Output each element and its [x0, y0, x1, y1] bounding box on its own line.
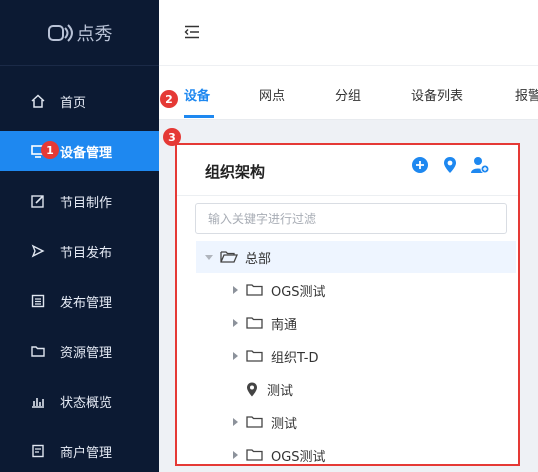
tab-outlet[interactable]: 网点	[259, 66, 285, 120]
sidebar-item-home[interactable]: 首页	[0, 81, 159, 121]
sidebar-item-status-overview[interactable]: 状态概览	[0, 381, 159, 421]
logo-icon	[47, 23, 73, 42]
menu-collapse-icon[interactable]	[184, 25, 200, 39]
tree-node[interactable]: 南通	[196, 307, 516, 339]
sidebar-item-merchant-management[interactable]: 商户管理	[0, 431, 159, 471]
caret-right-icon[interactable]	[230, 450, 240, 460]
panel-divider	[177, 195, 518, 196]
sidebar-item-resource-management[interactable]: 资源管理	[0, 331, 159, 371]
tree-node-label: 南通	[271, 317, 298, 333]
tab-device[interactable]: 设备	[184, 66, 210, 120]
folder-icon	[246, 448, 264, 462]
sidebar-item-label: 商户管理	[60, 445, 113, 461]
annotation-badge-2: 2	[160, 90, 178, 108]
edit-icon	[30, 193, 46, 209]
tab-alarm[interactable]: 报警	[515, 66, 538, 120]
caret-right-icon[interactable]	[230, 285, 240, 295]
add-icon[interactable]	[410, 155, 430, 175]
sidebar-item-program-publish[interactable]: 节目发布	[0, 231, 159, 271]
list-icon	[30, 293, 46, 309]
merchant-icon	[30, 443, 46, 459]
panel-actions	[410, 155, 490, 175]
tree-node[interactable]: 总部	[196, 241, 516, 273]
panel-title: 组织架构	[205, 163, 266, 181]
caret-right-icon[interactable]	[230, 417, 240, 427]
tab-device-list[interactable]: 设备列表	[411, 66, 463, 120]
app-root: 点秀 首页 设备管理 节目制作 节目发布 发布管理 资源管理 状态概览 商户管理…	[0, 0, 538, 472]
tree-node[interactable]: 测试	[196, 373, 516, 405]
sidebar-item-label: 资源管理	[60, 345, 113, 361]
tree-node[interactable]: OGS测试	[196, 439, 516, 471]
annotation-badge-1: 1	[41, 141, 59, 159]
logo[interactable]: 点秀	[0, 0, 159, 66]
folder-icon	[246, 415, 264, 429]
tree-node[interactable]: 测试	[196, 406, 516, 438]
top-bar	[159, 0, 538, 66]
tree-node-label: 测试	[271, 416, 298, 432]
tree-node-label: 测试	[267, 383, 294, 399]
org-structure-panel: 组织架构 总部	[175, 143, 520, 466]
tab-bar: 设备 网点 分组 设备列表 报警	[159, 66, 538, 120]
tree-node-label: 总部	[245, 251, 272, 267]
caret-down-icon[interactable]	[204, 252, 214, 262]
sidebar-item-label: 设备管理	[60, 145, 113, 161]
tree-node[interactable]: OGS测试	[196, 274, 516, 306]
tabs-divider	[159, 119, 538, 120]
folder-open-icon	[220, 250, 238, 264]
tab-group[interactable]: 分组	[335, 66, 361, 120]
sidebar-item-label: 首页	[60, 95, 87, 111]
folder-icon	[246, 283, 264, 297]
tree-node-label: OGS测试	[271, 284, 326, 300]
location-pin-icon[interactable]	[440, 155, 460, 175]
add-user-icon[interactable]	[470, 155, 490, 175]
sidebar-item-device-management[interactable]: 设备管理	[0, 131, 159, 171]
tree-node-label: 组织T-D	[271, 350, 319, 366]
sidebar-item-label: 节目制作	[60, 195, 113, 211]
annotation-badge-3: 3	[163, 128, 181, 146]
chart-icon	[30, 393, 46, 409]
sidebar-item-program-creation[interactable]: 节目制作	[0, 181, 159, 221]
send-icon	[30, 243, 46, 259]
filter-input[interactable]	[195, 203, 507, 234]
sidebar-item-publish-management[interactable]: 发布管理	[0, 281, 159, 321]
active-tab-indicator	[184, 115, 214, 118]
tree-node[interactable]: 组织T-D	[196, 340, 516, 372]
folder-icon	[246, 349, 264, 363]
caret-right-icon[interactable]	[230, 318, 240, 328]
sidebar-item-label: 节目发布	[60, 245, 113, 261]
home-icon	[30, 93, 46, 109]
logo-text: 点秀	[76, 23, 113, 45]
caret-right-icon[interactable]	[230, 351, 240, 361]
sidebar-item-label: 状态概览	[60, 395, 113, 411]
folder-icon	[30, 343, 46, 359]
sidebar: 点秀 首页 设备管理 节目制作 节目发布 发布管理 资源管理 状态概览 商户管理	[0, 0, 159, 472]
sidebar-item-label: 发布管理	[60, 295, 113, 311]
folder-icon	[246, 316, 264, 330]
location-pin-icon	[246, 382, 260, 397]
tree-node-label: OGS测试	[271, 449, 326, 465]
